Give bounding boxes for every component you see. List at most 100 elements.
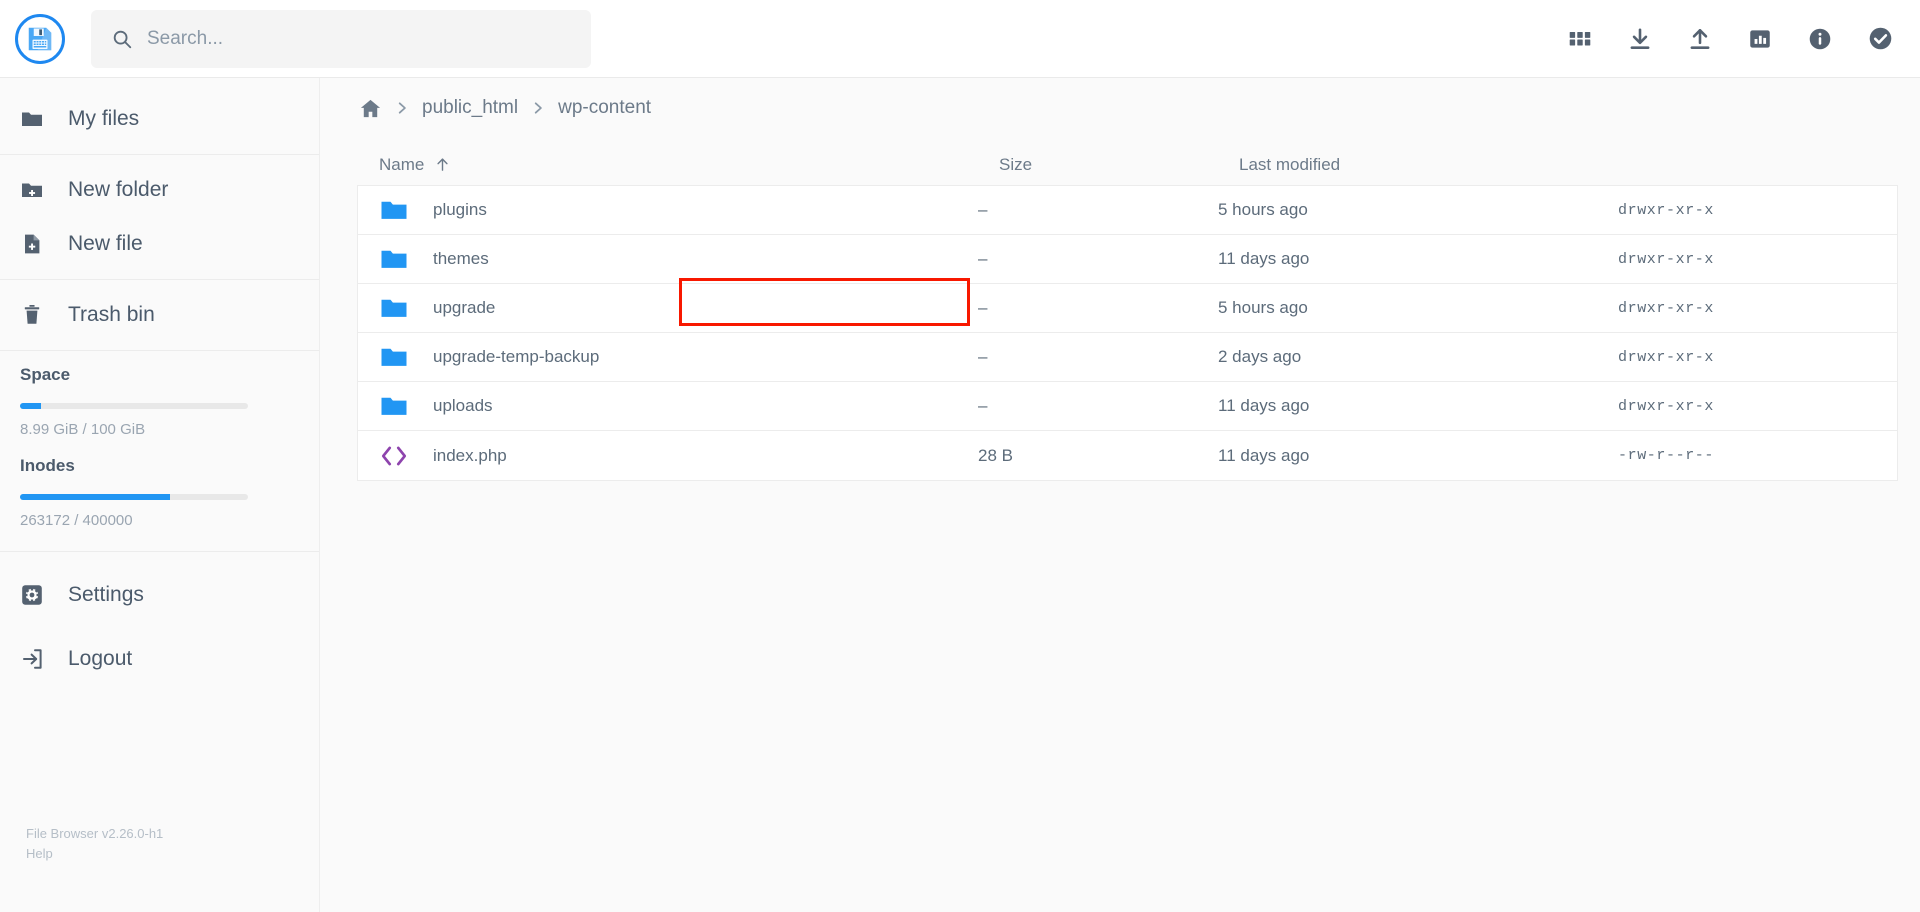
sidebar-group-trash: Trash bin	[0, 280, 319, 351]
usage-inodes-text: 263172 / 400000	[20, 512, 299, 529]
file-modified-cell: 5 hours ago	[1218, 298, 1618, 318]
sidebar-item-label: New file	[68, 232, 143, 256]
table-row[interactable]: upgrade-temp-backup –2 days agodrwxr-xr-x	[358, 333, 1897, 382]
sidebar-item-settings[interactable]: Settings	[0, 568, 319, 622]
column-header-last-modified[interactable]: Last modified	[1239, 155, 1639, 175]
file-permissions-cell: drwxr-xr-x	[1618, 251, 1897, 268]
file-name-cell[interactable]: upgrade	[358, 293, 978, 323]
table-row[interactable]: upgrade –5 hours agodrwxr-xr-x	[358, 284, 1897, 333]
file-permissions-cell: drwxr-xr-x	[1618, 398, 1897, 415]
breadcrumb: public_html wp-content	[321, 78, 1920, 138]
floppy-disk-icon	[25, 24, 55, 54]
sidebar-item-my-files[interactable]: My files	[0, 92, 319, 146]
usage-inodes-title: Inodes	[20, 456, 299, 476]
folder-icon	[379, 293, 413, 323]
file-permissions-cell: -rw-r--r--	[1618, 447, 1897, 464]
file-permissions-cell: drwxr-xr-x	[1618, 202, 1897, 219]
file-modified-cell: 11 days ago	[1218, 396, 1618, 416]
sidebar-item-label: Trash bin	[68, 303, 155, 327]
sidebar-item-trash-bin[interactable]: Trash bin	[0, 288, 319, 342]
sidebar-group-create: New folder New file	[0, 155, 319, 280]
folder-icon	[379, 244, 413, 274]
folder-icon	[379, 342, 413, 372]
sidebar-group-files: My files	[0, 84, 319, 155]
file-name-label: plugins	[433, 200, 487, 220]
file-size-cell: –	[978, 347, 1218, 367]
file-name-cell[interactable]: themes	[358, 244, 978, 274]
file-name-label: upgrade	[433, 298, 495, 318]
sidebar-item-label: My files	[68, 107, 139, 131]
file-size-cell: –	[978, 396, 1218, 416]
header-action-bar	[1567, 25, 1894, 52]
app-logo[interactable]	[15, 14, 65, 64]
table-row[interactable]: plugins –5 hours agodrwxr-xr-x	[358, 186, 1897, 235]
folder-icon	[379, 391, 413, 421]
sidebar-item-new-folder[interactable]: New folder	[0, 163, 319, 217]
breadcrumb-item-wp-content[interactable]: wp-content	[558, 97, 651, 119]
file-permissions-cell: drwxr-xr-x	[1618, 300, 1897, 317]
sidebar-group-account: Settings Logout	[0, 552, 319, 694]
table-row[interactable]: index.php28 B11 days ago-rw-r--r--	[358, 431, 1897, 480]
sidebar-item-label: Settings	[68, 583, 144, 607]
file-name-cell[interactable]: index.php	[358, 441, 978, 471]
file-size-cell: –	[978, 249, 1218, 269]
chart-icon[interactable]	[1747, 26, 1773, 52]
file-list: plugins–5 hours agodrwxr-xr-xthemes–11 d…	[357, 186, 1898, 481]
table-row[interactable]: themes –11 days agodrwxr-xr-x	[358, 235, 1897, 284]
file-name-label: upgrade-temp-backup	[433, 347, 599, 367]
home-icon[interactable]	[359, 97, 382, 120]
usage-inodes: Inodes 263172 / 400000	[0, 442, 319, 533]
column-header-name-label: Name	[379, 155, 424, 175]
file-name-label: index.php	[433, 446, 507, 466]
help-link[interactable]: Help	[26, 844, 163, 864]
trash-icon	[20, 303, 50, 327]
file-size-cell: –	[978, 200, 1218, 220]
code-file-icon	[379, 441, 413, 471]
file-name-label: uploads	[433, 396, 493, 416]
file-name-cell[interactable]: uploads	[358, 391, 978, 421]
breadcrumb-separator	[531, 101, 545, 115]
download-icon[interactable]	[1627, 26, 1653, 52]
info-icon[interactable]	[1807, 26, 1833, 52]
search-bar[interactable]	[91, 10, 591, 68]
sidebar-item-logout[interactable]: Logout	[0, 632, 319, 686]
file-plus-icon	[20, 232, 50, 256]
breadcrumb-separator	[395, 101, 409, 115]
folder-plus-icon	[20, 178, 50, 202]
file-name-cell[interactable]: plugins	[358, 195, 978, 225]
usage-space-bar	[20, 403, 248, 409]
column-header-name[interactable]: Name	[379, 155, 999, 175]
usage-inodes-bar	[20, 494, 248, 500]
search-icon	[111, 28, 133, 50]
breadcrumb-item-public-html[interactable]: public_html	[422, 97, 518, 119]
sidebar-footer: File Browser v2.26.0-h1 Help	[26, 824, 163, 864]
arrow-up-icon	[434, 156, 451, 173]
logout-icon	[20, 647, 50, 671]
gear-icon	[20, 583, 50, 607]
search-input[interactable]	[147, 28, 547, 50]
file-modified-cell: 11 days ago	[1218, 446, 1618, 466]
file-name-cell[interactable]: upgrade-temp-backup	[358, 342, 978, 372]
folder-icon	[379, 195, 413, 225]
sidebar-item-new-file[interactable]: New file	[0, 217, 319, 271]
file-modified-cell: 2 days ago	[1218, 347, 1618, 367]
file-table-header: Name Size Last modified	[357, 144, 1898, 186]
file-permissions-cell: drwxr-xr-x	[1618, 349, 1897, 366]
table-row[interactable]: uploads –11 days agodrwxr-xr-x	[358, 382, 1897, 431]
file-modified-cell: 11 days ago	[1218, 249, 1618, 269]
check-circle-icon[interactable]	[1867, 25, 1894, 52]
grid-view-icon[interactable]	[1567, 26, 1593, 52]
app-header	[0, 0, 1920, 78]
sidebar-item-label: New folder	[68, 178, 168, 202]
folder-icon	[20, 107, 50, 131]
sidebar-item-label: Logout	[68, 647, 132, 671]
usage-space-title: Space	[20, 365, 299, 385]
file-size-cell: –	[978, 298, 1218, 318]
main-content: public_html wp-content Name Size Last mo…	[321, 78, 1920, 912]
sidebar: My files New folder	[0, 78, 320, 912]
usage-space: Space 8.99 GiB / 100 GiB	[0, 351, 319, 442]
file-modified-cell: 5 hours ago	[1218, 200, 1618, 220]
file-name-label: themes	[433, 249, 489, 269]
upload-icon[interactable]	[1687, 26, 1713, 52]
column-header-size[interactable]: Size	[999, 155, 1239, 175]
